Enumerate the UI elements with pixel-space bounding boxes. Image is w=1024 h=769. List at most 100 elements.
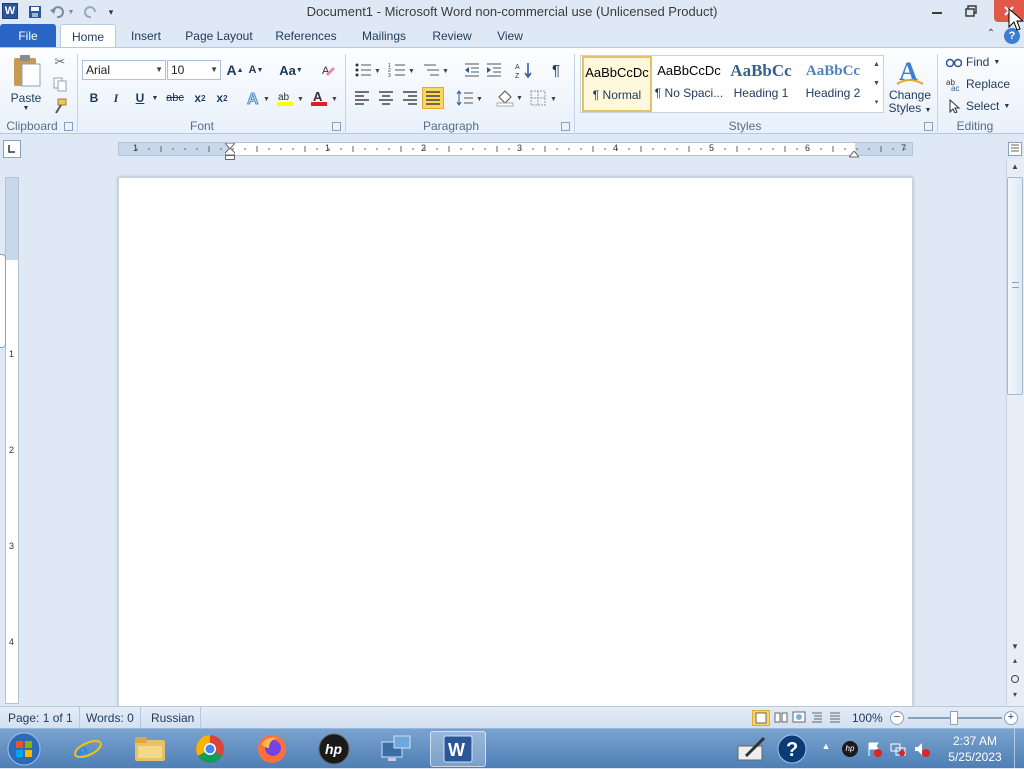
tab-mailings[interactable]: Mailings: [354, 24, 414, 48]
bold-button[interactable]: B: [84, 88, 104, 108]
show-formatting-marks-icon[interactable]: ¶: [546, 60, 566, 80]
first-line-indent-marker[interactable]: [223, 140, 237, 150]
side-panel-handle[interactable]: [0, 254, 6, 348]
tray-help[interactable]: ?: [774, 731, 810, 767]
grow-font-button[interactable]: A ▲: [226, 60, 244, 80]
scroll-up-icon[interactable]: ▲: [1008, 162, 1022, 174]
minimize-ribbon-icon[interactable]: ⌃: [984, 28, 998, 42]
numbering-icon[interactable]: 1 2 3 ▼: [388, 60, 416, 80]
zoom-slider-thumb[interactable]: [950, 711, 958, 725]
tab-page-layout[interactable]: Page Layout: [180, 24, 258, 48]
tray-network-icon[interactable]: [890, 741, 906, 757]
view-web-layout-icon[interactable]: [792, 710, 808, 726]
taskbar-chrome[interactable]: [182, 731, 238, 767]
right-indent-marker[interactable]: [847, 148, 861, 158]
change-styles-button[interactable]: A Change Styles ▼: [888, 54, 932, 116]
tray-action-center-icon[interactable]: [866, 741, 882, 757]
page-count-status[interactable]: Page: 1 of 1: [2, 707, 80, 729]
vertical-ruler[interactable]: 1 2 3 4: [5, 177, 19, 704]
sort-icon[interactable]: AZ: [514, 60, 534, 80]
align-left-icon[interactable]: [352, 88, 372, 108]
previous-page-icon[interactable]: ▴: [1008, 656, 1022, 668]
font-name-dropdown-icon[interactable]: ▼: [155, 61, 163, 79]
bullets-icon[interactable]: ▼: [354, 60, 382, 80]
scrollbar-thumb[interactable]: [1007, 177, 1023, 395]
text-effects-icon[interactable]: A ▼: [244, 88, 272, 108]
styles-scroll-down-icon[interactable]: ▼: [870, 75, 883, 93]
clear-formatting-icon[interactable]: A: [318, 60, 338, 80]
subscript-button[interactable]: x2: [190, 88, 210, 108]
font-name-combo[interactable]: Arial ▼: [82, 60, 166, 80]
clock[interactable]: 2:37 AM 5/25/2023: [940, 733, 1010, 765]
taskbar-file-explorer[interactable]: [122, 731, 178, 767]
paste-dropdown-icon[interactable]: ▼: [6, 105, 46, 112]
decrease-indent-icon[interactable]: [462, 60, 482, 80]
language-status[interactable]: Russian: [145, 707, 202, 729]
taskbar-hp[interactable]: hp: [306, 731, 362, 767]
font-size-dropdown-icon[interactable]: ▼: [210, 61, 218, 79]
tab-view[interactable]: View: [490, 24, 530, 48]
scroll-down-icon[interactable]: ▼: [1008, 642, 1022, 654]
font-size-combo[interactable]: 10 ▼: [167, 60, 221, 80]
shading-icon[interactable]: ▼: [496, 88, 524, 108]
start-button[interactable]: [0, 731, 48, 767]
view-print-layout-icon[interactable]: [752, 710, 770, 726]
tray-hp-icon[interactable]: hp: [842, 741, 858, 757]
tab-review[interactable]: Review: [426, 24, 478, 48]
taskbar-firefox[interactable]: [244, 731, 300, 767]
view-full-screen-reading-icon[interactable]: [774, 710, 790, 726]
view-ruler-icon[interactable]: [1008, 142, 1022, 156]
zoom-out-button[interactable]: −: [890, 711, 904, 725]
tab-file[interactable]: File: [0, 24, 56, 48]
highlight-color-icon[interactable]: ab ▼: [276, 88, 306, 108]
change-case-button[interactable]: Aa ▼: [278, 60, 304, 80]
tray-pen-tablet[interactable]: [732, 731, 772, 767]
underline-button[interactable]: U: [130, 88, 150, 108]
shrink-font-button[interactable]: A ▼: [248, 60, 264, 80]
justify-icon[interactable]: [422, 87, 444, 109]
tab-home[interactable]: Home: [60, 24, 116, 48]
font-color-icon[interactable]: A ▼: [310, 88, 340, 108]
underline-dropdown-icon[interactable]: ▼: [150, 88, 160, 108]
find-button[interactable]: Find ▼: [946, 52, 1000, 72]
styles-scroll-up-icon[interactable]: ▲: [870, 56, 883, 74]
superscript-button[interactable]: x2: [212, 88, 232, 108]
select-browse-object-icon[interactable]: [1008, 672, 1022, 686]
tab-insert[interactable]: Insert: [124, 24, 168, 48]
styles-more-icon[interactable]: ▾: [870, 94, 883, 112]
view-draft-icon[interactable]: [828, 710, 844, 726]
minimize-button[interactable]: [922, 0, 952, 22]
select-button[interactable]: Select ▼: [946, 96, 1010, 116]
cut-icon[interactable]: ✂: [52, 54, 68, 70]
clipboard-dialog-launcher[interactable]: [64, 122, 73, 131]
tab-selector-icon[interactable]: [3, 140, 21, 158]
paragraph-dialog-launcher[interactable]: [561, 122, 570, 131]
align-right-icon[interactable]: [400, 88, 420, 108]
horizontal-ruler[interactable]: 1 1 2 3 4 5 6 7: [118, 142, 913, 156]
next-page-icon[interactable]: ▾: [1008, 690, 1022, 702]
taskbar-remote-desktop[interactable]: [368, 731, 424, 767]
tray-volume-muted-icon[interactable]: [914, 741, 930, 757]
view-outline-icon[interactable]: [810, 710, 826, 726]
paste-button[interactable]: Paste ▼: [6, 54, 46, 114]
style-heading-1[interactable]: AaBbCc Heading 1: [726, 56, 796, 112]
strikethrough-button[interactable]: abc: [164, 88, 186, 108]
increase-indent-icon[interactable]: [484, 60, 504, 80]
style-heading-2[interactable]: AaBbCc Heading 2: [798, 56, 868, 112]
show-hidden-icons[interactable]: ▲: [820, 741, 832, 753]
taskbar-internet-explorer[interactable]: e: [60, 731, 116, 767]
align-center-icon[interactable]: [376, 88, 396, 108]
style-no-spacing[interactable]: AaBbCcDc ¶ No Spaci...: [654, 56, 724, 112]
font-dialog-launcher[interactable]: [332, 122, 341, 131]
italic-button[interactable]: I: [106, 88, 126, 108]
replace-button[interactable]: ab ac Replace: [946, 74, 1010, 94]
word-count-status[interactable]: Words: 0: [80, 707, 141, 729]
show-desktop-button[interactable]: [1014, 729, 1024, 769]
zoom-in-button[interactable]: +: [1004, 711, 1018, 725]
style-normal[interactable]: AaBbCcDc ¶ Normal: [582, 56, 652, 112]
zoom-level[interactable]: 100%: [852, 707, 883, 729]
line-spacing-icon[interactable]: ▼: [456, 88, 484, 108]
copy-icon[interactable]: [52, 76, 68, 92]
tab-references[interactable]: References: [270, 24, 342, 48]
borders-icon[interactable]: ▼: [530, 88, 558, 108]
